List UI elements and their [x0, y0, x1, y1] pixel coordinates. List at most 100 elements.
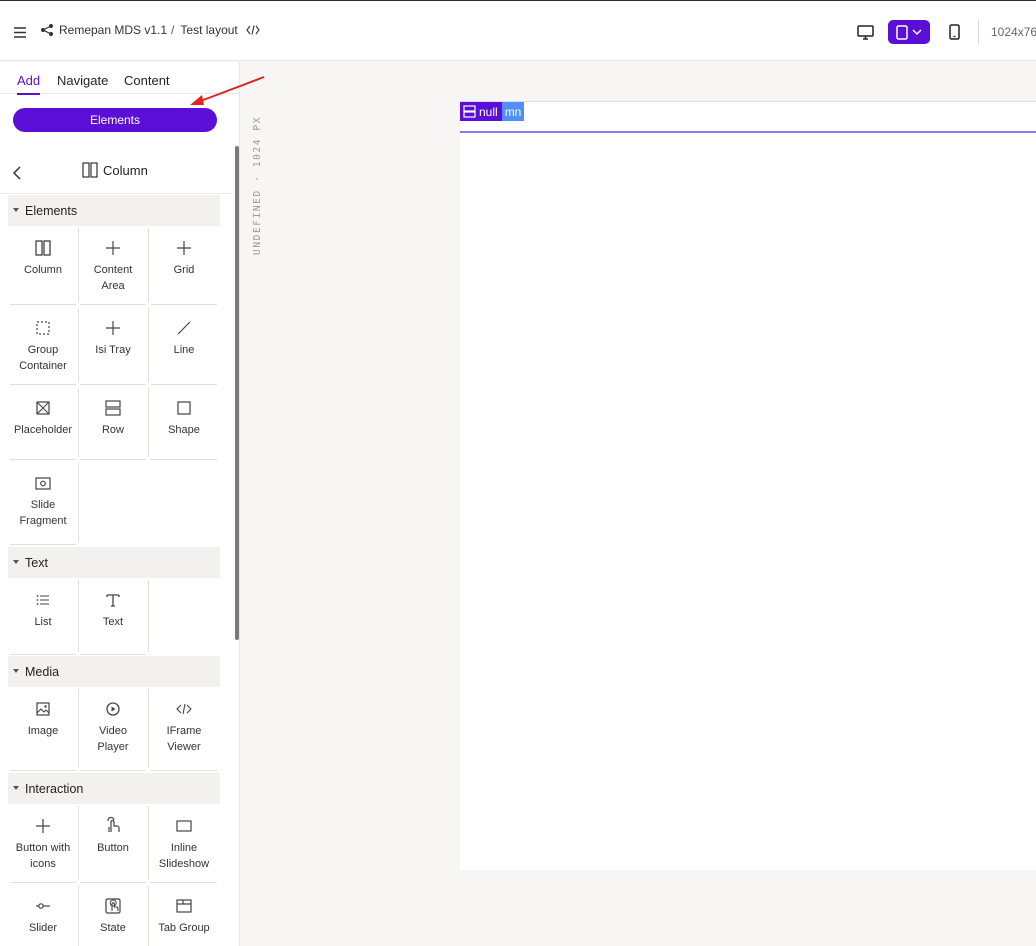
sidebar: Add Navigate Content Elements Column Ele…	[0, 62, 240, 946]
code-icon	[149, 699, 219, 719]
toolbar-divider	[978, 19, 979, 45]
column-icon	[8, 238, 78, 258]
cell-divider	[80, 459, 146, 460]
text-icon	[78, 590, 148, 610]
tab-group-icon	[149, 896, 219, 916]
sidebar-scrollbar[interactable]	[235, 146, 239, 640]
resolution-label: 1024x768	[991, 25, 1036, 39]
breadcrumb-separator: /	[171, 23, 175, 37]
cell-divider	[78, 463, 79, 542]
section-header-elements[interactable]: Elements	[8, 195, 220, 226]
canvas-artboard[interactable]	[460, 101, 1036, 870]
tab-navigate[interactable]: Navigate	[57, 73, 108, 88]
selection-badge-primary: null	[460, 102, 502, 121]
menu-button[interactable]	[8, 21, 32, 43]
cell-divider	[148, 580, 149, 652]
element-row[interactable]: Row	[78, 398, 148, 438]
element-iframe-viewer[interactable]: IFrame Viewer	[149, 699, 219, 755]
element-isi-tray[interactable]: Isi Tray	[78, 318, 148, 358]
chevron-down-icon	[912, 29, 922, 36]
cell-divider	[151, 459, 217, 460]
element-label: Text	[102, 616, 124, 628]
element-button-with-icons[interactable]: Button with icons	[8, 816, 78, 872]
element-label: List	[34, 616, 52, 628]
panel-header: Column	[0, 154, 232, 194]
element-placeholder[interactable]: Placeholder	[8, 398, 78, 438]
mobile-view-button[interactable]	[942, 20, 966, 44]
element-slider[interactable]: Slider	[8, 896, 78, 936]
section-title: Interaction	[25, 781, 84, 796]
back-button[interactable]	[12, 166, 22, 185]
project-name[interactable]: Remepan MDS v1.1	[59, 23, 167, 37]
element-tab-group[interactable]: Tab Group	[149, 896, 219, 936]
element-state[interactable]: State	[78, 896, 148, 936]
tablet-view-button[interactable]	[888, 20, 930, 44]
section-header-interaction[interactable]: Interaction	[8, 773, 220, 804]
tab-add[interactable]: Add	[17, 73, 41, 95]
placeholder-icon	[8, 398, 78, 418]
tab-content[interactable]: Content	[124, 73, 170, 88]
element-label: Isi Tray	[95, 344, 131, 356]
canvas-side-label: UNDEFINED · 1024 PX	[252, 115, 263, 255]
element-inline-slideshow[interactable]: Inline Slideshow	[149, 816, 219, 872]
plus-icon	[149, 238, 219, 258]
line-icon	[149, 318, 219, 338]
column-icon	[82, 162, 98, 178]
element-image[interactable]: Image	[8, 699, 78, 739]
element-label: Shape	[168, 424, 200, 436]
panel-title-label: Column	[103, 162, 148, 178]
elements-button[interactable]: Elements	[13, 108, 217, 132]
cell-divider	[10, 882, 76, 883]
cell-divider	[10, 459, 76, 460]
plus-icon	[78, 238, 148, 258]
element-content-area[interactable]: Content Area	[78, 238, 148, 294]
element-column[interactable]: Column	[8, 238, 78, 278]
selection-line	[460, 131, 1036, 133]
breadcrumb: Remepan MDS v1.1 / Test layout	[40, 23, 260, 37]
element-label: Row	[101, 424, 124, 436]
row-icon	[78, 398, 148, 418]
cell-divider	[80, 384, 146, 385]
section-title: Text	[25, 555, 48, 570]
cell-divider	[10, 544, 76, 545]
element-label: Image	[27, 725, 59, 737]
caret-down-icon	[13, 208, 19, 212]
element-list[interactable]: List	[8, 590, 78, 630]
cell-divider	[10, 654, 76, 655]
element-label: Line	[173, 344, 195, 356]
element-label: Grid	[173, 264, 195, 276]
desktop-view-button[interactable]	[852, 20, 878, 44]
element-label: Placeholder	[13, 424, 73, 436]
chevron-left-icon	[12, 166, 21, 180]
cell-divider	[151, 384, 217, 385]
caret-down-icon	[13, 560, 19, 564]
element-text[interactable]: Text	[78, 590, 148, 630]
section-header-text[interactable]: Text	[8, 547, 220, 578]
fragment-icon	[8, 473, 78, 493]
badge-primary-label: null	[479, 104, 498, 119]
element-grid[interactable]: Grid	[149, 238, 219, 278]
element-label: State	[100, 922, 126, 934]
panel-title: Column	[82, 162, 148, 178]
element-shape[interactable]: Shape	[149, 398, 219, 438]
element-label: Button	[97, 842, 129, 854]
element-group-container[interactable]: Group Container	[8, 318, 78, 374]
element-button[interactable]: Button	[78, 816, 148, 856]
element-line[interactable]: Line	[149, 318, 219, 358]
list-icon	[8, 590, 78, 610]
section-header-media[interactable]: Media	[8, 656, 220, 687]
caret-down-icon	[13, 786, 19, 790]
desktop-icon	[856, 24, 874, 40]
section-title: Media	[25, 664, 60, 679]
selection-badge[interactable]: null mn	[460, 102, 525, 121]
plus-icon	[8, 816, 78, 836]
element-video-player[interactable]: Video Player	[78, 699, 148, 755]
code-view-button[interactable]	[246, 25, 260, 35]
dashed-square-icon	[8, 318, 78, 338]
play-icon	[78, 699, 148, 719]
element-label: Tab Group	[158, 922, 210, 934]
state-icon	[78, 896, 148, 916]
page-name[interactable]: Test layout	[180, 23, 237, 37]
section-title: Elements	[25, 203, 78, 218]
element-slide-fragment[interactable]: Slide Fragment	[8, 473, 78, 529]
